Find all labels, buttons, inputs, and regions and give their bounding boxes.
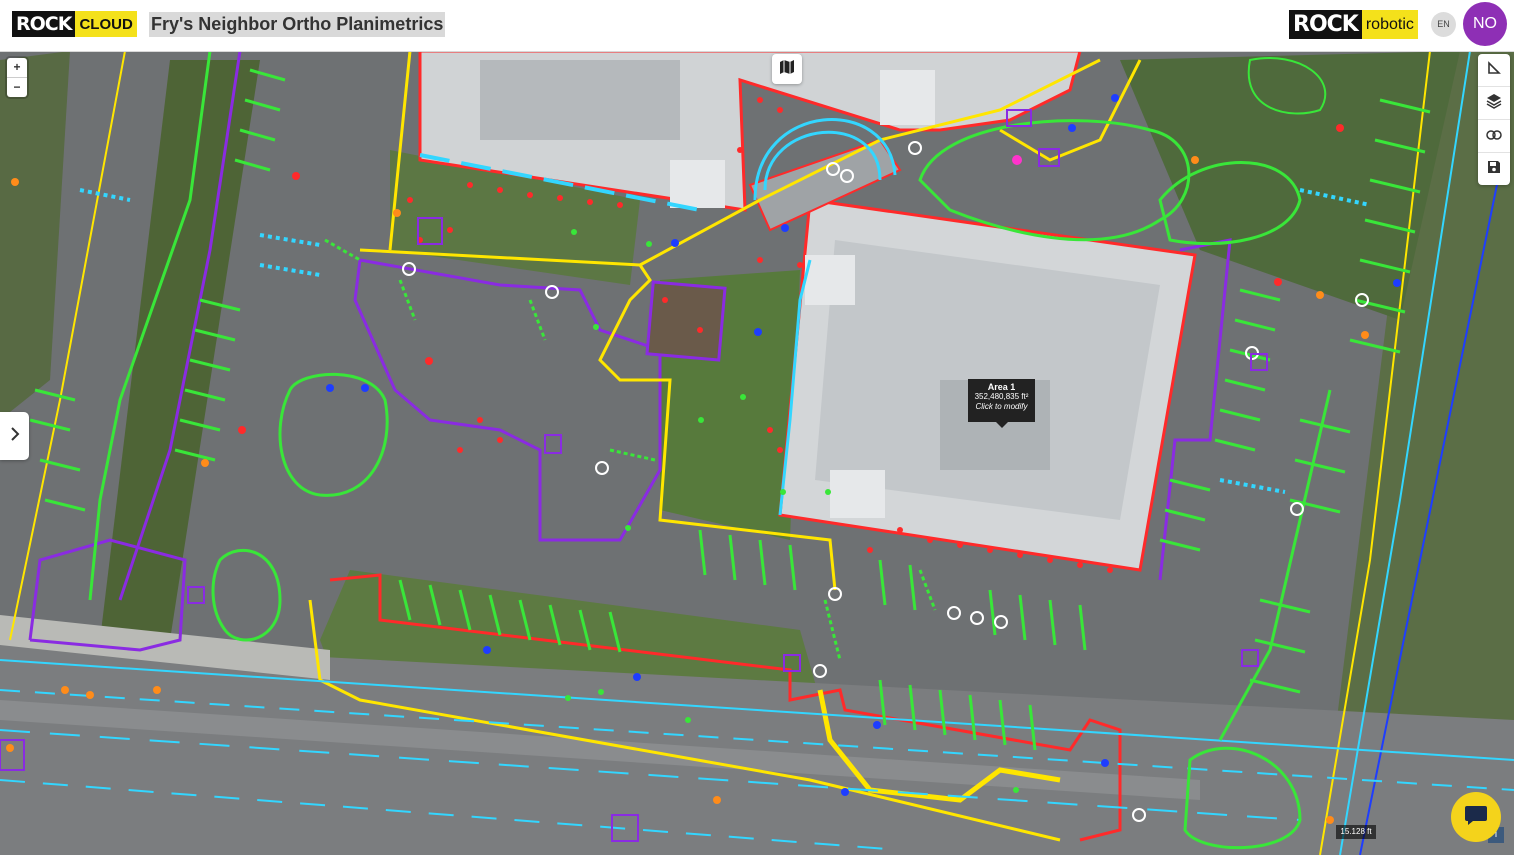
popup-area: 352,480,835 ft² [974, 392, 1029, 401]
map-icon [779, 59, 795, 80]
zoom-control: + − [7, 58, 27, 97]
map-canvas[interactable]: Area 1 352,480,835 ft² Click to modify [0, 51, 1514, 855]
basemap-button[interactable] [772, 54, 802, 84]
popup-hint: Click to modify [975, 402, 1028, 411]
zoom-in-button[interactable]: + [7, 58, 27, 77]
chat-launcher-button[interactable] [1451, 792, 1501, 842]
map-tools [1478, 54, 1510, 185]
share-link-button[interactable] [1478, 120, 1510, 153]
logo-rock-text-right: ROCK [1289, 10, 1362, 39]
logo-cloud-text: CLOUD [75, 11, 137, 37]
layers-icon [1486, 93, 1502, 114]
measure-tool-button[interactable] [1478, 54, 1510, 87]
popup-title: Area 1 [987, 382, 1016, 392]
area-popup[interactable]: Area 1 352,480,835 ft² Click to modify [968, 379, 1035, 428]
layers-tool-button[interactable] [1478, 87, 1510, 120]
aerial-orthophoto [0, 51, 1514, 855]
measure-icon [1487, 60, 1501, 80]
rock-cloud-logo[interactable]: ROCK CLOUD [12, 11, 137, 37]
logo-robotic-text: robotic [1361, 10, 1418, 39]
sidebar-toggle-button[interactable] [0, 412, 29, 460]
link-icon [1486, 127, 1502, 145]
chevron-right-icon [10, 426, 20, 446]
chat-icon [1464, 804, 1488, 831]
project-title[interactable]: Fry's Neighbor Ortho Planimetrics [149, 12, 446, 37]
save-button[interactable] [1478, 153, 1510, 185]
language-button[interactable]: EN [1431, 12, 1456, 37]
save-icon [1487, 160, 1501, 179]
zoom-out-button[interactable]: − [7, 77, 27, 97]
logo-rock-text: ROCK [12, 11, 76, 37]
scale-bar: 15.128 ft [1336, 825, 1376, 839]
user-avatar[interactable]: NO [1463, 2, 1507, 46]
top-bar: ROCK CLOUD Fry's Neighbor Ortho Planimet… [0, 0, 1514, 52]
rock-robotic-logo[interactable]: ROCK robotic [1289, 10, 1418, 39]
